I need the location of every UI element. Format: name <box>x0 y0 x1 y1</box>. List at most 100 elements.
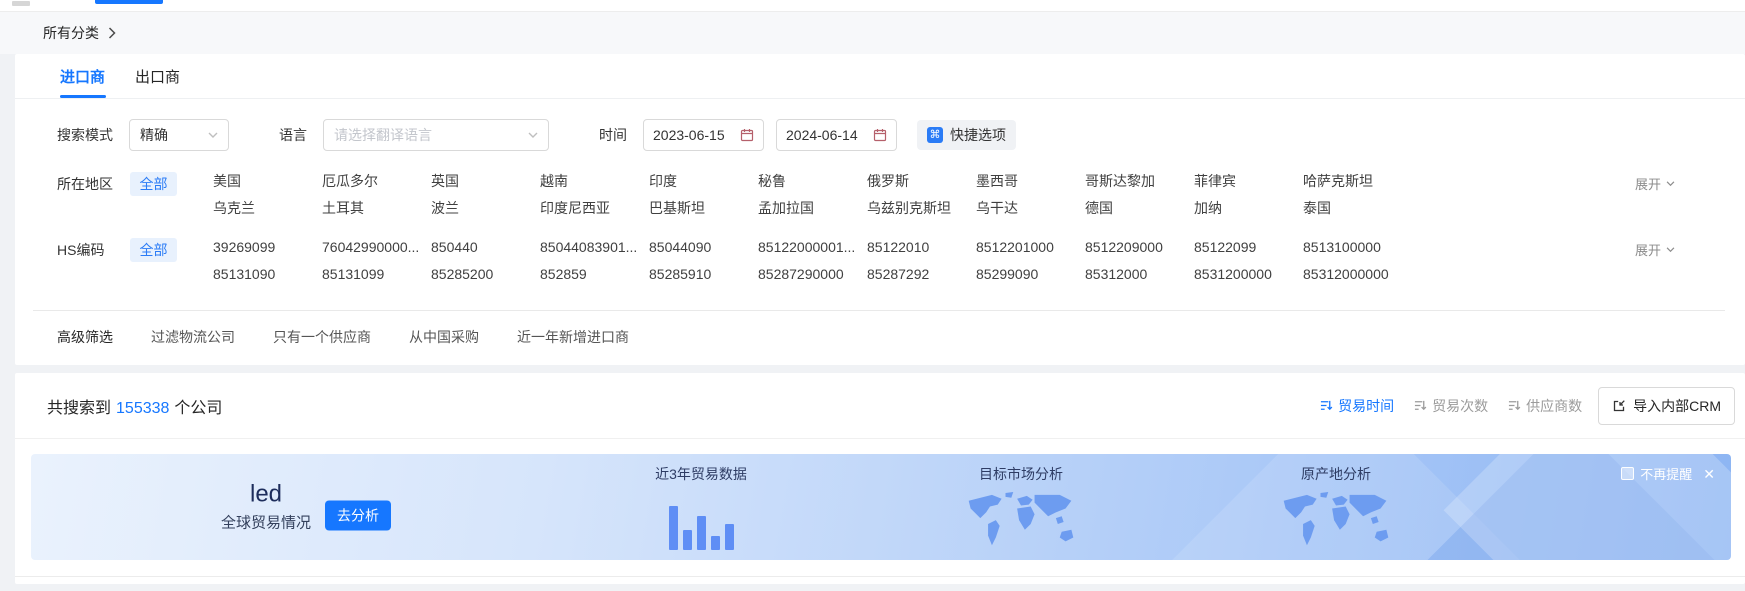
hs-code-option[interactable]: 85285200 <box>431 265 540 283</box>
hs-code-expand-link[interactable]: 展开 <box>1635 240 1675 259</box>
region-option[interactable]: 哥斯达黎加 <box>1085 172 1194 190</box>
hs-code-option[interactable]: 8513100000 <box>1303 238 1412 256</box>
promo-banner: led 全球贸易情况 去分析 近3年贸易数据 目标市场分析 <box>31 454 1731 560</box>
advanced-option[interactable]: 从中国采购 <box>409 327 479 347</box>
hs-code-option[interactable]: 85044090 <box>649 238 758 256</box>
region-option[interactable]: 印度 <box>649 172 758 190</box>
region-option[interactable]: 越南 <box>540 172 649 190</box>
language-input[interactable] <box>334 127 528 143</box>
sort-option[interactable]: 贸易时间 <box>1320 396 1394 416</box>
sort-controls: 贸易时间 贸易次数 供应商数 <box>1320 396 1582 416</box>
region-option[interactable]: 菲律宾 <box>1194 172 1303 190</box>
quick-options-button[interactable]: ⌘ 快捷选项 <box>917 120 1016 150</box>
hs-code-option[interactable]: 85299090 <box>976 265 1085 283</box>
language-label: 语言 <box>279 125 307 145</box>
tab-exporters[interactable]: 出口商 <box>135 54 180 98</box>
hs-code-option[interactable]: 852859 <box>540 265 649 283</box>
hs-code-option[interactable]: 85285910 <box>649 265 758 283</box>
region-option[interactable]: 墨西哥 <box>976 172 1085 190</box>
advanced-option[interactable]: 只有一个供应商 <box>273 327 371 347</box>
hs-code-row-2: 8513109085131099852852008528598528591085… <box>213 265 1412 283</box>
tab-importers[interactable]: 进口商 <box>60 54 105 98</box>
language-select[interactable] <box>323 119 549 151</box>
count-prefix: 共搜索到 <box>47 400 111 417</box>
dont-remind-checkbox[interactable] <box>1621 467 1634 480</box>
hs-code-option[interactable]: 85287292 <box>867 265 976 283</box>
hs-code-filter-row: HS编码 全部 3926909976042990000...8504408504… <box>15 217 1745 283</box>
hs-code-option[interactable]: 8512209000 <box>1085 238 1194 256</box>
search-mode-value: 精确 <box>140 125 168 145</box>
region-option[interactable]: 巴基斯坦 <box>649 199 758 217</box>
advanced-option[interactable]: 过滤物流公司 <box>151 327 235 347</box>
import-icon <box>1612 399 1626 413</box>
hs-code-option[interactable]: 85044083901... <box>540 238 649 256</box>
hs-code-option[interactable]: 85131099 <box>322 265 431 283</box>
hs-code-option[interactable]: 85312000 <box>1085 265 1194 283</box>
region-expand-link[interactable]: 展开 <box>1635 174 1675 193</box>
breadcrumb[interactable]: 所有分类 <box>0 12 1745 54</box>
region-option[interactable]: 乌克兰 <box>213 199 322 217</box>
region-option[interactable]: 德国 <box>1085 199 1194 217</box>
region-option[interactable]: 哈萨克斯坦 <box>1303 172 1412 190</box>
banner-item-label: 近3年贸易数据 <box>655 464 747 484</box>
banner-keyword-block: led 全球贸易情况 去分析 <box>221 482 391 533</box>
region-all-chip[interactable]: 全部 <box>130 172 177 196</box>
advanced-option[interactable]: 近一年新增进口商 <box>517 327 629 347</box>
banner-item-target-market[interactable]: 目标市场分析 <box>936 464 1106 553</box>
sort-option[interactable]: 贸易次数 <box>1414 396 1488 416</box>
sort-option-label: 贸易时间 <box>1338 396 1394 416</box>
region-option[interactable]: 秘鲁 <box>758 172 867 190</box>
hs-code-all-chip[interactable]: 全部 <box>130 238 177 262</box>
hs-code-option[interactable]: 85312000000 <box>1303 265 1412 283</box>
analyze-button[interactable]: 去分析 <box>325 500 391 530</box>
hs-code-option[interactable]: 76042990000... <box>322 238 431 256</box>
import-crm-button[interactable]: 导入内部CRM <box>1598 387 1735 425</box>
region-option[interactable]: 土耳其 <box>322 199 431 217</box>
hs-code-option[interactable]: 39269099 <box>213 238 322 256</box>
sort-option[interactable]: 供应商数 <box>1508 396 1582 416</box>
filter-card: 进口商 出口商 搜索模式 精确 语言 时间 ⌘ 快捷选项 所在地区 全部 <box>15 54 1745 365</box>
date-end-input[interactable] <box>786 127 868 143</box>
search-mode-select[interactable]: 精确 <box>129 119 229 151</box>
region-label: 所在地区 <box>57 172 130 194</box>
bar <box>683 530 692 550</box>
chevron-down-icon <box>528 132 538 139</box>
command-icon: ⌘ <box>927 127 943 143</box>
region-option[interactable]: 泰国 <box>1303 199 1412 217</box>
region-option[interactable]: 加纳 <box>1194 199 1303 217</box>
hs-code-label: HS编码 <box>57 238 130 260</box>
banner-item-label: 目标市场分析 <box>979 464 1063 484</box>
date-start-input[interactable] <box>653 127 735 143</box>
region-option[interactable]: 孟加拉国 <box>758 199 867 217</box>
region-option[interactable]: 印度尼西亚 <box>540 199 649 217</box>
region-option[interactable]: 波兰 <box>431 199 540 217</box>
hs-code-option[interactable]: 85122000001... <box>758 238 867 256</box>
close-icon[interactable]: ✕ <box>1703 467 1715 481</box>
banner-item-trade-data[interactable]: 近3年贸易数据 <box>616 464 786 550</box>
results-count[interactable]: 155338 <box>111 400 174 417</box>
chevron-right-icon <box>108 27 116 39</box>
hs-code-option[interactable]: 85122099 <box>1194 238 1303 256</box>
date-end-picker[interactable] <box>776 119 897 151</box>
region-option[interactable]: 俄罗斯 <box>867 172 976 190</box>
hs-code-option[interactable]: 8512201000 <box>976 238 1085 256</box>
breadcrumb-label[interactable]: 所有分类 <box>43 23 99 43</box>
bar <box>711 536 720 550</box>
region-option[interactable]: 厄瓜多尔 <box>322 172 431 190</box>
hs-code-option[interactable]: 850440 <box>431 238 540 256</box>
banner-item-origin[interactable]: 原产地分析 <box>1251 464 1421 553</box>
hs-code-option[interactable]: 85122010 <box>867 238 976 256</box>
region-option[interactable]: 乌干达 <box>976 199 1085 217</box>
chevron-down-icon <box>1666 247 1675 253</box>
region-option[interactable]: 乌兹别克斯坦 <box>867 199 976 217</box>
date-start-picker[interactable] <box>643 119 764 151</box>
hs-code-option[interactable]: 85287290000 <box>758 265 867 283</box>
hs-code-option[interactable]: 85131090 <box>213 265 322 283</box>
chevron-down-icon <box>1666 181 1675 187</box>
sort-icon <box>1508 399 1521 412</box>
hs-code-option[interactable]: 8531200000 <box>1194 265 1303 283</box>
region-option[interactable]: 英国 <box>431 172 540 190</box>
expand-label: 展开 <box>1635 174 1661 193</box>
region-option[interactable]: 美国 <box>213 172 322 190</box>
top-stub <box>12 1 30 6</box>
